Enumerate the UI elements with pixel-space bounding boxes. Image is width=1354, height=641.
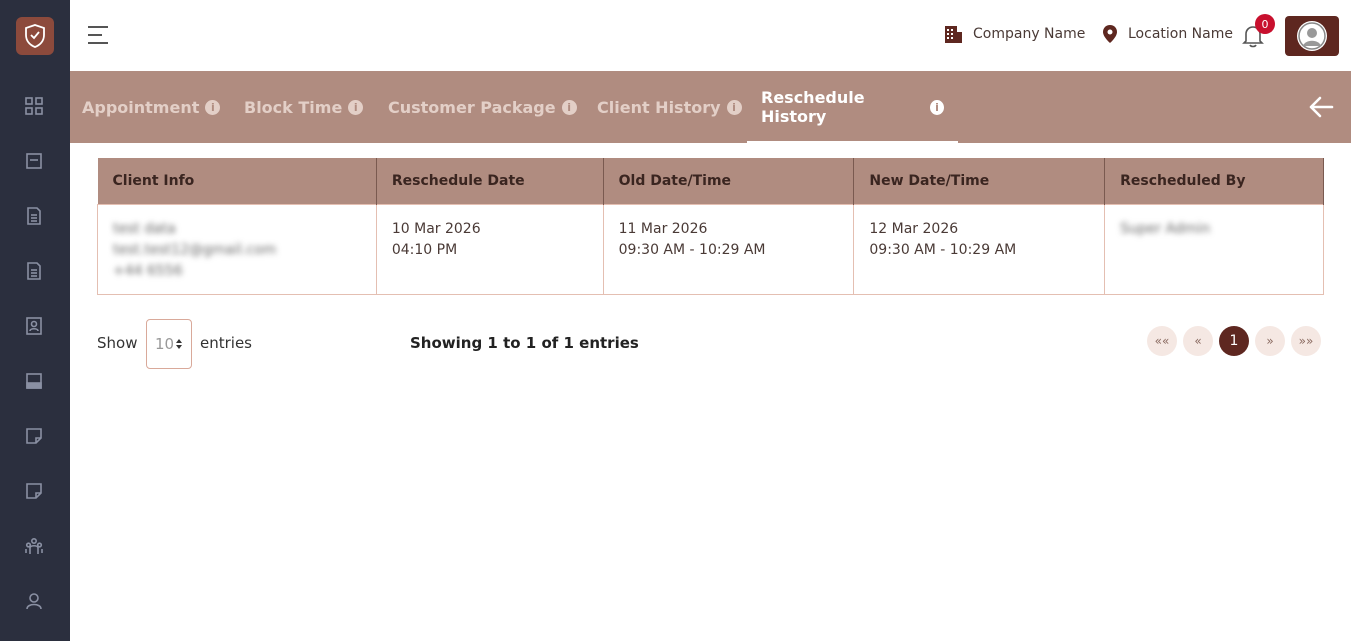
- info-icon: i: [561, 99, 577, 115]
- table-row: test data test.test12@gmail.com +44 6556…: [97, 203, 1324, 295]
- old-time: 09:30 AM - 10:29 AM: [618, 241, 766, 258]
- pagination-next-button[interactable]: »: [1255, 326, 1285, 356]
- old-datetime-cell: 11 Mar 2026 09:30 AM - 10:29 AM: [602, 203, 855, 295]
- user-profile-icon[interactable]: [24, 591, 44, 611]
- column-header-old-datetime[interactable]: Old Date/Time: [603, 158, 855, 204]
- location-selector[interactable]: Location Name: [1102, 23, 1233, 45]
- contact-card-icon[interactable]: [24, 316, 44, 336]
- location-name: Location Name: [1128, 26, 1233, 42]
- show-label: Show: [97, 334, 138, 352]
- page-size-select[interactable]: 10: [146, 319, 192, 369]
- column-header-rescheduled-by[interactable]: Rescheduled By: [1104, 158, 1324, 204]
- tab-label: Block Time: [244, 97, 343, 117]
- column-header-reschedule-date[interactable]: Reschedule Date: [376, 158, 604, 204]
- tab-appointment[interactable]: Appointment i: [68, 71, 234, 143]
- sidebar: [0, 0, 70, 641]
- notification-count-badge: 0: [1255, 14, 1275, 34]
- hamburger-menu-icon[interactable]: [88, 26, 110, 46]
- client-phone: +44 6556: [113, 262, 183, 279]
- reschedule-time: 04:10 PM: [391, 241, 458, 258]
- new-datetime-cell: 12 Mar 2026 09:30 AM - 10:29 AM: [853, 203, 1106, 295]
- building-icon: [945, 26, 962, 43]
- tab-label: Client History: [597, 97, 721, 117]
- new-date: 12 Mar 2026: [869, 220, 959, 237]
- reschedule-date-cell: 10 Mar 2026 04:10 PM: [375, 203, 604, 295]
- avatar-icon: [1297, 21, 1327, 51]
- page-size-value: 10: [154, 335, 175, 353]
- tab-block-time[interactable]: Block Time i: [230, 71, 377, 143]
- tab-client-history[interactable]: Client History i: [583, 71, 756, 143]
- tab-bar: Appointment i Block Time i Customer Packag…: [70, 71, 1351, 143]
- map-pin-icon: [1103, 25, 1117, 43]
- info-icon: i: [205, 99, 221, 115]
- column-header-new-datetime[interactable]: New Date/Time: [853, 158, 1106, 204]
- pagination-prev-button[interactable]: «: [1183, 326, 1213, 356]
- pagination-page-1[interactable]: 1: [1219, 326, 1249, 356]
- entries-label: entries: [200, 334, 252, 352]
- showing-entries-text: Showing 1 to 1 of 1 entries: [410, 334, 639, 352]
- client-email: test.test12@gmail.com: [113, 241, 277, 258]
- user-avatar-button[interactable]: [1285, 16, 1339, 56]
- notes-icon[interactable]: [24, 481, 44, 501]
- info-icon: i: [726, 99, 742, 115]
- tab-customer-package[interactable]: Customer Package i: [374, 71, 591, 143]
- inventory-icon[interactable]: [24, 371, 44, 391]
- reschedule-history-table: Client Info Reschedule Date Old Date/Tim…: [97, 158, 1324, 295]
- pagination-first-button[interactable]: ««: [1147, 326, 1177, 356]
- team-icon[interactable]: [24, 536, 44, 556]
- tab-label: Appointment: [82, 97, 200, 117]
- dashboard-icon[interactable]: [24, 96, 44, 116]
- calendar-icon[interactable]: [24, 151, 44, 171]
- document-list-icon[interactable]: [24, 206, 44, 226]
- info-icon: i: [348, 99, 364, 115]
- tab-label: Customer Package: [388, 97, 556, 117]
- pagination-last-button[interactable]: »»: [1291, 326, 1321, 356]
- new-time: 09:30 AM - 10:29 AM: [869, 241, 1017, 258]
- company-selector[interactable]: Company Name: [943, 23, 1085, 45]
- report-icon[interactable]: [24, 261, 44, 281]
- rescheduled-by: Super Admin: [1120, 220, 1211, 237]
- app-logo[interactable]: [16, 17, 54, 55]
- shield-check-icon: [25, 24, 45, 48]
- column-header-client-info[interactable]: Client Info: [97, 158, 377, 204]
- old-date: 11 Mar 2026: [618, 220, 708, 237]
- tab-reschedule-history[interactable]: Reschedule History i: [747, 71, 958, 143]
- sort-arrows-icon: [176, 339, 183, 349]
- back-arrow-icon[interactable]: [1308, 95, 1334, 119]
- table-header-row: Client Info Reschedule Date Old Date/Tim…: [97, 158, 1324, 204]
- rescheduled-by-cell: Super Admin: [1104, 203, 1324, 295]
- company-name: Company Name: [973, 26, 1086, 42]
- tab-label: Reschedule History: [761, 88, 865, 126]
- info-icon: i: [929, 99, 944, 115]
- client-info-cell: test data test.test12@gmail.com +44 6556: [97, 203, 377, 295]
- client-name: test data: [113, 220, 176, 237]
- reschedule-date: 10 Mar 2026: [391, 220, 481, 237]
- note-icon[interactable]: [24, 426, 44, 446]
- top-header: Company Name Location Name 0: [70, 0, 1354, 71]
